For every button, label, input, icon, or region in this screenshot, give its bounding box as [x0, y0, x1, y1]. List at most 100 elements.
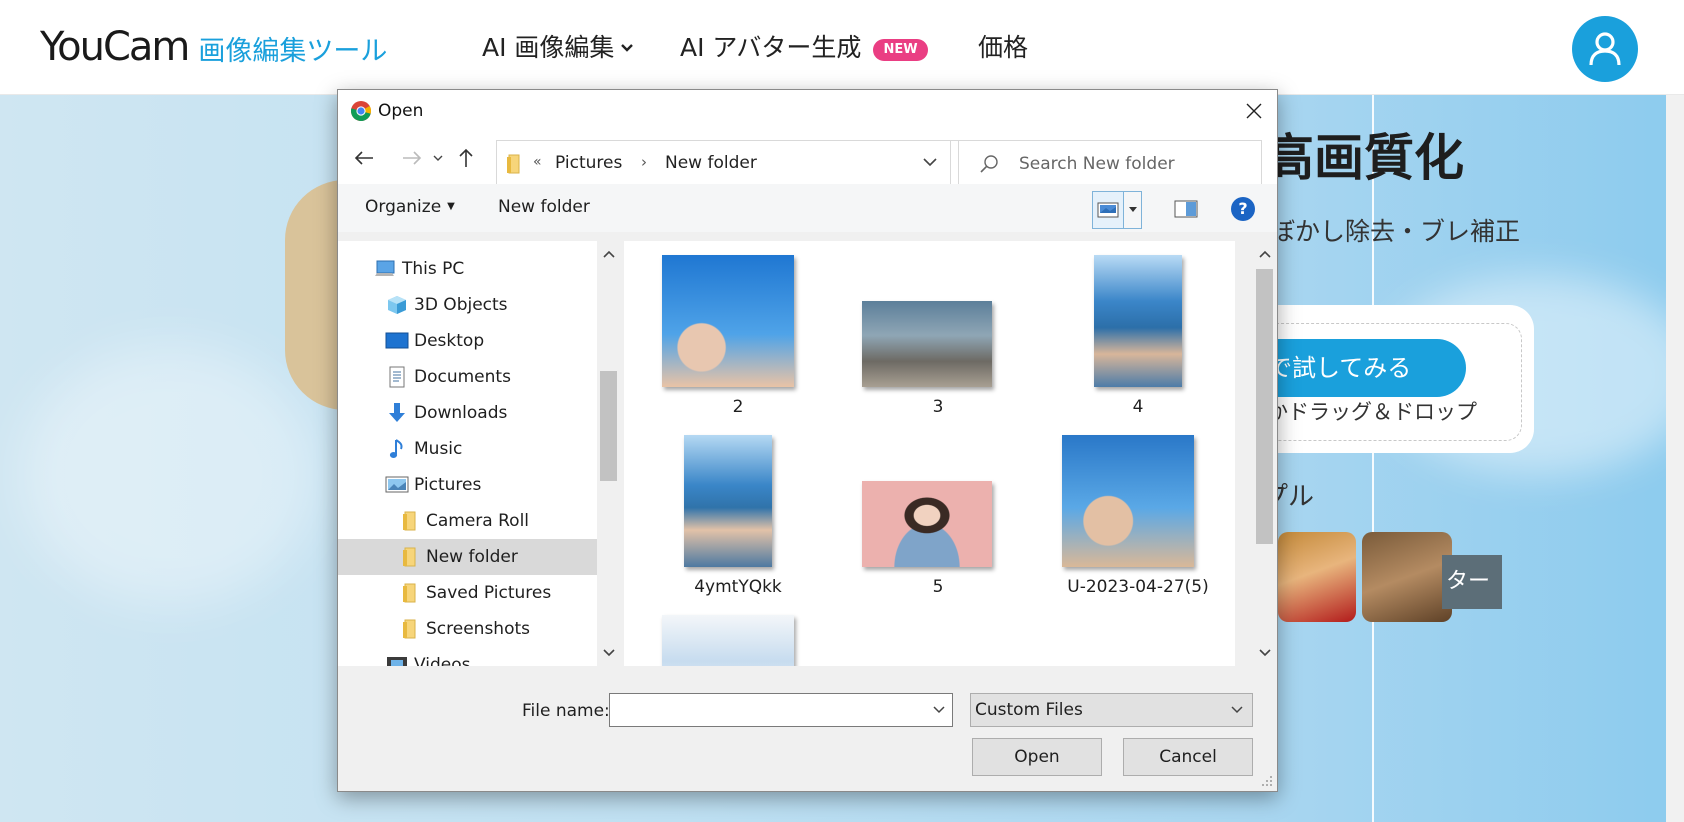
dialog-footer: File name: Custom Files Open Cancel — [338, 666, 1277, 791]
tree-item-camera-roll[interactable]: Camera Roll — [338, 503, 597, 539]
dialog-title: Open — [378, 101, 424, 121]
scroll-down-icon[interactable] — [1253, 642, 1277, 664]
file-item[interactable]: U-2023-04-27(5) — [1038, 429, 1235, 599]
up-button[interactable] — [450, 142, 482, 174]
chevron-down-icon[interactable] — [922, 156, 938, 168]
cancel-button[interactable]: Cancel — [1123, 738, 1253, 776]
music-note-icon — [384, 438, 410, 460]
tree-item-label: Documents — [414, 367, 511, 387]
arrow-right-icon — [403, 151, 422, 165]
view-options-dropdown[interactable] — [1124, 191, 1142, 229]
chevron-down-icon — [620, 32, 634, 64]
address-row: « Pictures › New folder Search New folde… — [338, 132, 1277, 186]
search-icon — [980, 155, 998, 173]
nav-ai-avatar[interactable]: AI アバター生成 NEW — [680, 32, 928, 64]
sample-filter-button[interactable]: ター — [1442, 555, 1502, 609]
tree-item-label: New folder — [426, 547, 518, 567]
drag-drop-text: かドラッグ＆ドロップ — [1267, 400, 1477, 424]
file-list[interactable]: 2 3 4 4ymtYQkk 5 U-2023-04-27(5) — [624, 241, 1235, 666]
scroll-up-icon[interactable] — [597, 243, 621, 265]
address-bar[interactable]: « Pictures › New folder — [496, 140, 951, 186]
tree-item-label: Screenshots — [426, 619, 531, 639]
tree-item-3d-objects[interactable]: 3D Objects — [338, 287, 597, 323]
file-name-label: File name: — [522, 701, 610, 721]
sample-image-thumbnail[interactable] — [1362, 532, 1452, 622]
sample-image-thumbnail[interactable] — [1278, 532, 1356, 622]
nav-ai-image-edit[interactable]: AI 画像編集 — [482, 32, 634, 64]
file-item[interactable]: 4ymtYQkk — [638, 429, 838, 599]
tree-item-screenshots[interactable]: Screenshots — [338, 611, 597, 647]
address-segment-new-folder[interactable]: New folder — [665, 153, 757, 173]
arrow-left-icon — [354, 151, 373, 165]
tree-item-documents[interactable]: Documents — [338, 359, 597, 395]
recent-locations-button[interactable] — [428, 142, 448, 174]
open-file-dialog: Open « Pictures › New folder Search New … — [337, 89, 1278, 792]
help-icon[interactable]: ? — [1231, 197, 1255, 221]
scroll-down-icon[interactable] — [597, 642, 621, 664]
address-segment-pictures[interactable]: Pictures — [555, 153, 622, 173]
forward-button[interactable] — [396, 142, 428, 174]
folder-icon — [396, 510, 422, 532]
file-item[interactable]: 2 — [638, 249, 838, 419]
computer-icon — [372, 258, 398, 280]
document-icon — [384, 366, 410, 388]
resize-grip-icon[interactable] — [1261, 775, 1273, 787]
close-button[interactable] — [1231, 90, 1277, 132]
tree-item-label: 3D Objects — [414, 295, 508, 315]
compare-divider[interactable] — [1372, 95, 1374, 822]
cube-icon — [384, 294, 410, 316]
large-icons-view-icon — [1097, 202, 1119, 218]
file-name-input[interactable] — [609, 693, 953, 727]
tree-item-saved-pictures[interactable]: Saved Pictures — [338, 575, 597, 611]
tree-item-this-pc[interactable]: This PC — [338, 251, 597, 287]
search-box[interactable]: Search New folder — [958, 140, 1262, 186]
file-list-scrollbar[interactable] — [1253, 241, 1277, 666]
organize-menu-button[interactable]: Organize ▼ — [365, 197, 455, 217]
dialog-toolbar: Organize ▼ New folder ? — [338, 184, 1277, 232]
file-name-label: 5 — [932, 577, 944, 597]
open-button[interactable]: Open — [972, 738, 1102, 776]
site-logo[interactable]: YouCam 画像編集ツール — [40, 24, 387, 72]
hero-title: 高画質化 — [1264, 129, 1464, 187]
film-icon — [384, 654, 410, 666]
dialog-titlebar[interactable]: Open — [338, 90, 1277, 132]
address-separator-icon[interactable]: › — [641, 153, 647, 171]
change-view-button[interactable] — [1092, 191, 1124, 229]
file-item[interactable]: 3 — [838, 249, 1038, 419]
navigation-pane[interactable]: This PC 3D Objects Desktop Documents Dow… — [338, 241, 597, 666]
file-name-label: 2 — [732, 397, 744, 417]
tree-item-music[interactable]: Music — [338, 431, 597, 467]
nav-pane-scrollbar[interactable] — [597, 241, 621, 666]
preview-pane-button[interactable] — [1172, 195, 1200, 223]
file-item[interactable] — [638, 609, 838, 666]
arrow-up-icon — [459, 148, 473, 167]
nav-pricing-label: 価格 — [978, 33, 1029, 62]
tree-item-pictures[interactable]: Pictures — [338, 467, 597, 503]
tree-item-desktop[interactable]: Desktop — [338, 323, 597, 359]
new-folder-button[interactable]: New folder — [498, 197, 590, 217]
scrollbar-thumb[interactable] — [600, 371, 617, 481]
tree-item-label: Videos — [414, 655, 471, 666]
scrollbar-thumb[interactable] — [1256, 269, 1273, 544]
scroll-up-icon[interactable] — [1253, 243, 1277, 265]
file-item[interactable]: 5 — [838, 429, 1038, 599]
page-scrollbar[interactable] — [1666, 95, 1684, 822]
nav-ai-image-edit-label: AI 画像編集 — [482, 33, 615, 62]
nav-ai-avatar-label: AI アバター生成 — [680, 33, 862, 62]
address-overflow-icon[interactable]: « — [533, 154, 542, 170]
image-thumbnail — [862, 301, 992, 387]
image-thumbnail — [1094, 255, 1182, 387]
back-button[interactable] — [348, 142, 380, 174]
file-item[interactable]: 4 — [1038, 249, 1235, 419]
tree-item-videos[interactable]: Videos — [338, 647, 597, 666]
file-name-label: 4ymtYQkk — [694, 577, 782, 597]
user-avatar-button[interactable] — [1572, 16, 1638, 82]
triangle-down-icon: ▼ — [447, 201, 455, 212]
tree-item-downloads[interactable]: Downloads — [338, 395, 597, 431]
tree-item-new-folder[interactable]: New folder — [338, 539, 597, 575]
file-type-select[interactable]: Custom Files — [970, 693, 1253, 727]
desktop-icon — [384, 330, 410, 352]
nav-pricing[interactable]: 価格 — [978, 32, 1028, 64]
chrome-icon — [350, 101, 372, 122]
tree-item-label: Downloads — [414, 403, 508, 423]
